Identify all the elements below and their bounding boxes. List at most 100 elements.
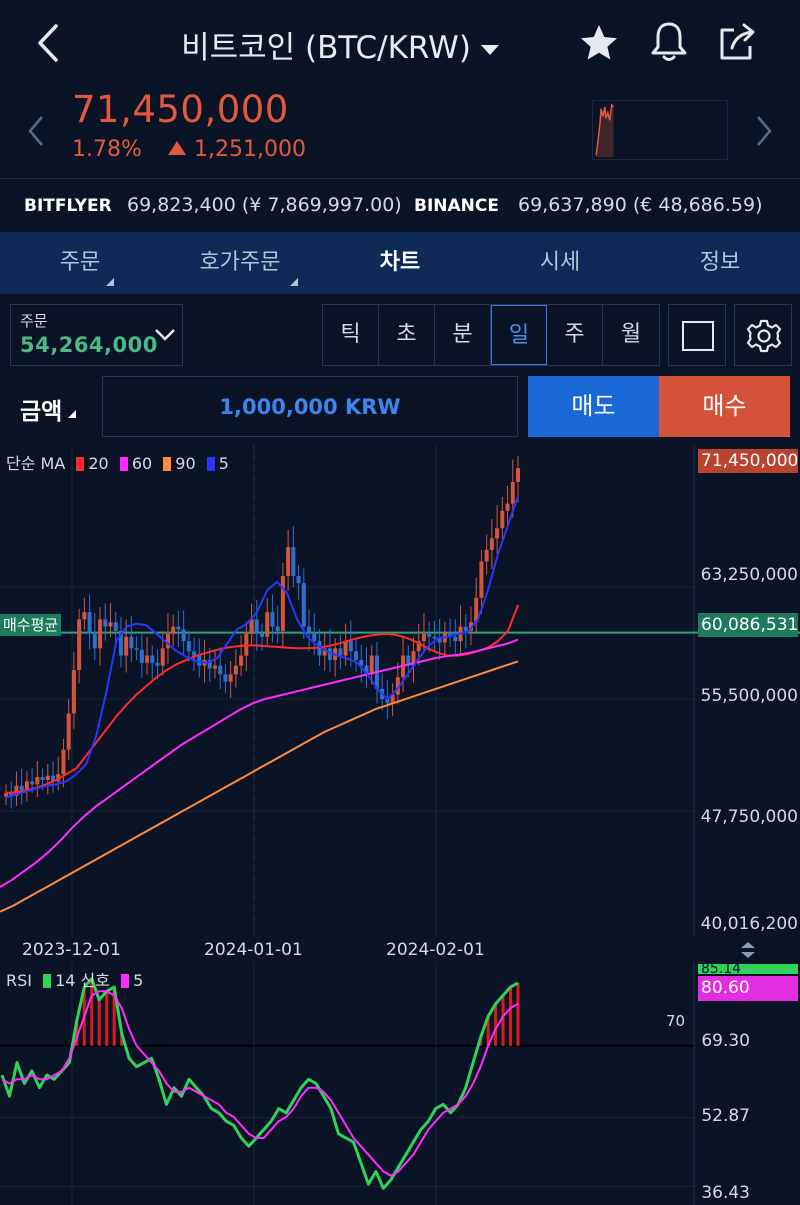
candle-body bbox=[369, 655, 374, 675]
date-axis: 2023-12-01 2024-01-01 2024-02-01 bbox=[0, 937, 800, 962]
candle-body bbox=[66, 713, 71, 750]
candle-body bbox=[228, 674, 233, 682]
candle-body bbox=[139, 649, 144, 663]
candle-body bbox=[171, 626, 176, 634]
change-amount: 1,251,000 bbox=[168, 137, 306, 162]
candle-body bbox=[296, 575, 301, 584]
candle-body bbox=[327, 648, 332, 660]
candle-body bbox=[61, 749, 66, 775]
market-selector[interactable]: 비트코인 (BTC/KRW) bbox=[120, 22, 560, 67]
candle-body bbox=[71, 670, 76, 714]
chevron-right-icon[interactable] bbox=[752, 114, 776, 148]
period-week[interactable]: 주 bbox=[547, 305, 603, 365]
candle-body bbox=[479, 561, 484, 598]
last-price-tag: 71,450,000 bbox=[698, 449, 798, 473]
rsi-legend[interactable]: RSI 14 신호 5 bbox=[6, 967, 143, 991]
chevron-left-icon[interactable] bbox=[30, 22, 66, 64]
candle-body bbox=[181, 629, 186, 642]
bell-icon[interactable] bbox=[648, 20, 690, 64]
candle-body bbox=[40, 777, 45, 780]
candle-body bbox=[129, 636, 134, 649]
candle-body bbox=[489, 538, 494, 550]
avg-price-label: 매수평균 bbox=[0, 614, 62, 636]
y-tick: 36.43 bbox=[701, 1183, 750, 1203]
candle-body bbox=[275, 626, 280, 631]
candle-body bbox=[150, 655, 155, 663]
candle-body bbox=[270, 612, 275, 627]
candle-body bbox=[113, 622, 118, 631]
candle-body bbox=[348, 641, 353, 652]
candle-body bbox=[233, 665, 238, 675]
order-price: 54,264,000 bbox=[20, 333, 158, 357]
overbought-fill bbox=[105, 991, 109, 1046]
ma-legend[interactable]: 단순 MA 20 60 90 5 bbox=[6, 450, 229, 474]
x-tick: 2024-02-01 bbox=[386, 940, 485, 960]
candle-body bbox=[249, 619, 254, 634]
candle-body bbox=[108, 622, 113, 627]
chevron-down-icon bbox=[155, 329, 175, 341]
tab-info[interactable]: 정보 bbox=[640, 232, 800, 294]
amount-input[interactable]: 1,000,000 KRW bbox=[102, 376, 518, 437]
candle-body bbox=[134, 648, 139, 650]
square-icon bbox=[682, 321, 714, 351]
price-chart[interactable] bbox=[0, 445, 800, 937]
overbought-fill bbox=[516, 982, 520, 1046]
candle-body bbox=[176, 626, 181, 630]
rsi-value-tag: 85.14 bbox=[698, 964, 798, 974]
tab-chart[interactable]: 차트 bbox=[320, 232, 480, 294]
candle-body bbox=[354, 651, 359, 660]
x-tick: 2024-01-01 bbox=[204, 940, 303, 960]
candle-body bbox=[160, 648, 165, 666]
change-percent: 1.78% bbox=[72, 137, 142, 162]
candle-body bbox=[35, 777, 40, 785]
candle-body bbox=[484, 549, 489, 562]
candle-body bbox=[192, 651, 197, 656]
tab-quotes[interactable]: 시세 bbox=[480, 232, 640, 294]
share-icon[interactable] bbox=[716, 20, 760, 64]
exchange-prices: BITFLYER 69,823,400 (¥ 7,869,997.00) BIN… bbox=[0, 178, 800, 232]
period-second[interactable]: 초 bbox=[379, 305, 435, 365]
y-tick: 47,750,000 bbox=[700, 807, 798, 827]
gear-icon bbox=[747, 319, 781, 353]
candle-body bbox=[280, 575, 285, 631]
exchange-value: 69,823,400 (¥ 7,869,997.00) bbox=[127, 194, 402, 216]
candle-body bbox=[218, 665, 223, 675]
resize-handle-icon[interactable] bbox=[739, 941, 757, 959]
mini-chart[interactable] bbox=[592, 100, 728, 160]
signal-value-tag: 80.60 bbox=[698, 976, 798, 1001]
period-day[interactable]: 일 bbox=[491, 305, 547, 365]
y-tick: 69.30 bbox=[701, 1031, 750, 1051]
candle-body bbox=[432, 636, 437, 639]
period-month[interactable]: 월 bbox=[603, 305, 659, 365]
candle-body bbox=[291, 547, 296, 576]
overbought-fill bbox=[501, 995, 505, 1046]
candle-body bbox=[453, 636, 458, 642]
settings-button[interactable] bbox=[734, 304, 792, 366]
candle-body bbox=[260, 633, 264, 637]
amount-type-selector[interactable]: 금액 bbox=[20, 392, 77, 426]
candle-body bbox=[24, 781, 29, 791]
star-icon[interactable] bbox=[578, 22, 620, 64]
buy-button[interactable]: 매수 bbox=[659, 376, 790, 437]
period-minute[interactable]: 분 bbox=[435, 305, 491, 365]
candle-body bbox=[254, 619, 259, 634]
candle-body bbox=[495, 528, 500, 539]
candle-body bbox=[516, 468, 520, 482]
candle-body bbox=[103, 619, 108, 627]
exchange-name: BINANCE bbox=[414, 196, 499, 216]
triangle-up-icon bbox=[168, 141, 186, 155]
overbought-fill bbox=[509, 987, 513, 1046]
tab-orderbook-order[interactable]: 호가주문 bbox=[160, 232, 320, 294]
candle-body bbox=[155, 662, 160, 666]
tab-order[interactable]: 주문 bbox=[0, 232, 160, 294]
candle-body bbox=[312, 633, 317, 642]
period-selector: 틱 초 분 일 주 월 bbox=[322, 304, 660, 366]
rsi-chart[interactable] bbox=[0, 962, 800, 1205]
candle-body bbox=[223, 674, 228, 682]
sell-button[interactable]: 매도 bbox=[528, 376, 659, 437]
candle-body bbox=[145, 655, 150, 663]
chevron-left-icon[interactable] bbox=[24, 114, 48, 148]
candle-body bbox=[186, 641, 191, 652]
period-tick[interactable]: 틱 bbox=[323, 305, 379, 365]
fullscreen-button[interactable] bbox=[668, 304, 726, 366]
